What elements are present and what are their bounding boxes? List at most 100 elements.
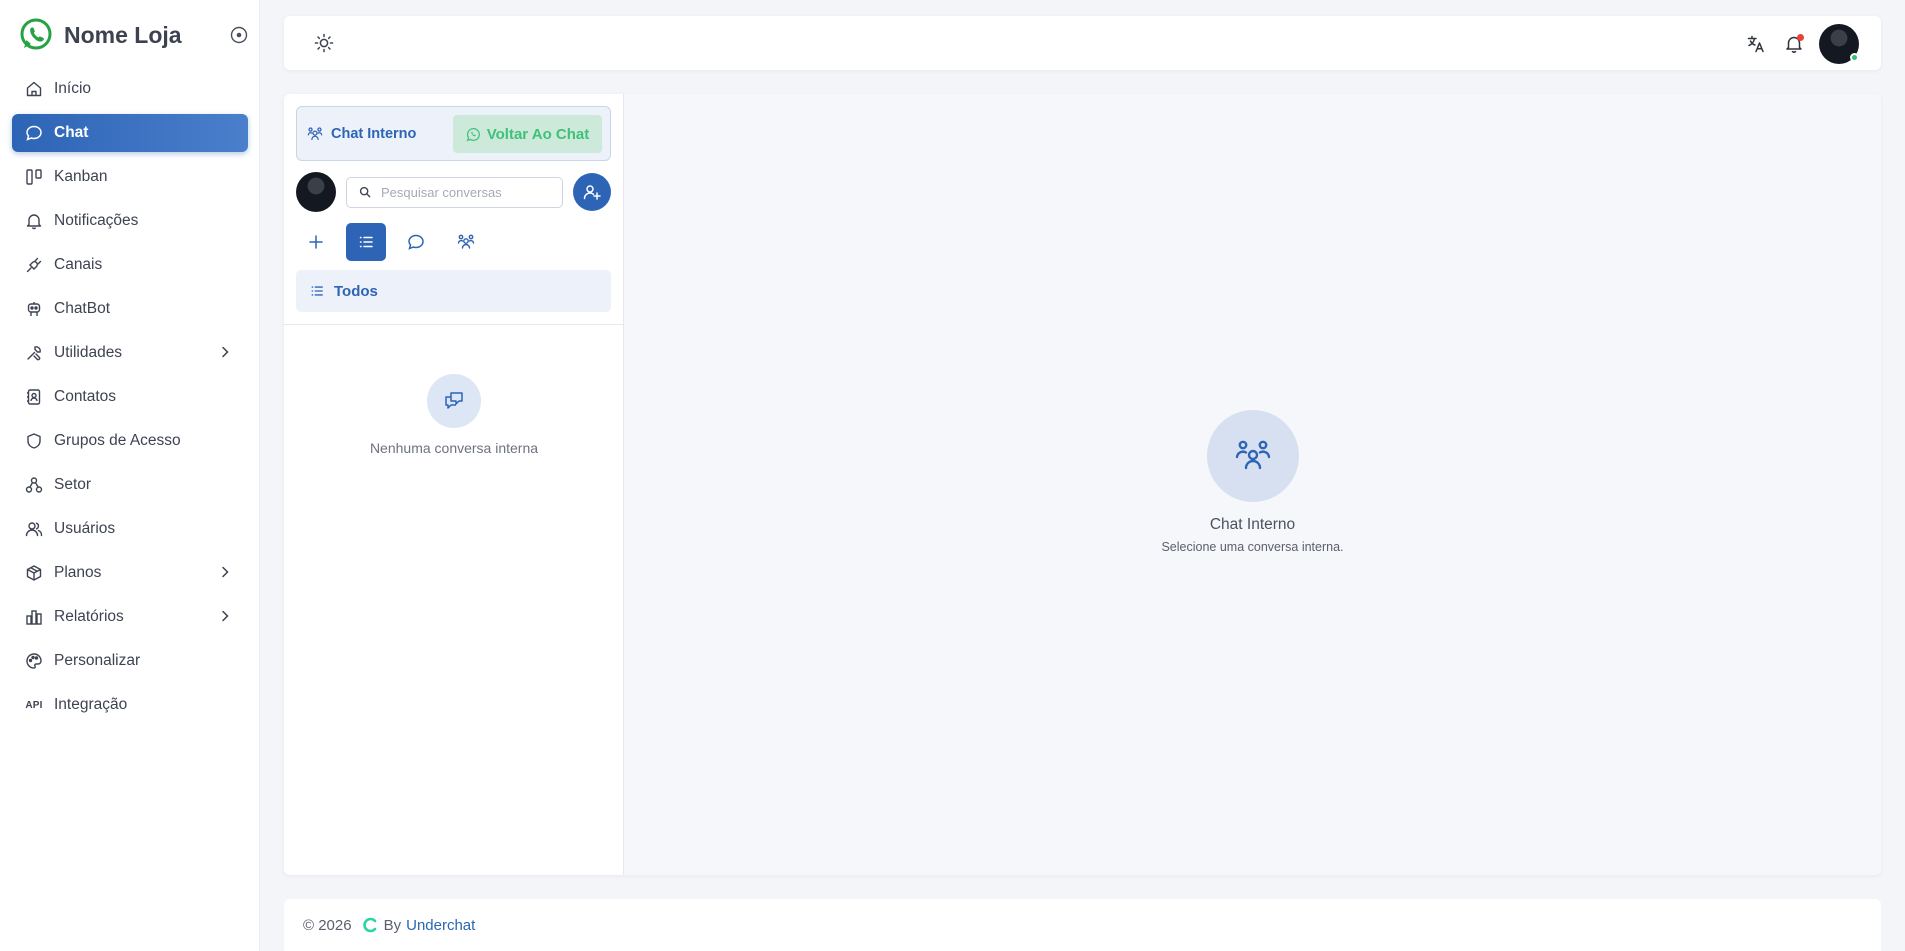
plus-icon <box>309 235 323 249</box>
sidebar-toggle-icon[interactable] <box>230 26 248 44</box>
filter-todos-label: Todos <box>334 282 378 300</box>
team-icon <box>307 127 323 140</box>
voltar-ao-chat-button[interactable]: Voltar Ao Chat <box>453 115 602 153</box>
empty-list-message: Nenhuma conversa interna <box>369 440 539 456</box>
whatsapp-icon <box>466 127 480 141</box>
sidebar-item-planos[interactable]: Planos <box>12 554 248 592</box>
tools-icon <box>24 343 44 363</box>
sidebar-item-integracao[interactable]: API Integração <box>12 686 248 724</box>
search-box <box>346 176 563 208</box>
list-filter-button[interactable] <box>346 223 386 261</box>
sidebar-item-label: Integração <box>54 696 128 713</box>
plug-icon <box>24 255 44 275</box>
chat-bubble-icon <box>408 234 424 250</box>
kanban-icon <box>24 167 44 187</box>
top-bar <box>284 16 1881 70</box>
conversations-icon <box>427 374 481 428</box>
chevron-right-icon <box>222 566 229 578</box>
voltar-ao-chat-label: Voltar Ao Chat <box>486 125 590 143</box>
sidebar-item-chat[interactable]: Chat <box>12 114 248 152</box>
sidebar-item-label: Canais <box>54 256 103 273</box>
robot-icon <box>24 299 44 319</box>
api-icon: API <box>24 695 44 715</box>
translate-icon[interactable] <box>1745 33 1767 55</box>
sidebar-item-label: Planos <box>54 564 102 581</box>
empty-state-title: Chat Interno <box>1209 516 1296 533</box>
sidebar-item-label: Contatos <box>54 388 117 405</box>
footer-copyright: © 2026 <box>303 916 352 934</box>
palette-icon <box>24 651 44 671</box>
chat-icon <box>24 123 44 143</box>
sidebar-nav: Início Chat Kanban Notificações Canais C… <box>12 70 248 730</box>
tab-chat-interno-label: Chat Interno <box>331 126 417 142</box>
sidebar-item-label: Grupos de Acesso <box>54 432 181 449</box>
sidebar-item-personalizar[interactable]: Personalizar <box>12 642 248 680</box>
list-icon <box>311 286 323 296</box>
sidebar-item-label: Kanban <box>54 168 108 185</box>
sidebar-item-chatbot[interactable]: ChatBot <box>12 290 248 328</box>
sidebar-item-label: Relatórios <box>54 608 124 625</box>
footer: © 2026 By Underchat <box>284 899 1881 951</box>
current-user-avatar[interactable] <box>296 172 336 212</box>
sidebar-item-canais[interactable]: Canais <box>12 246 248 284</box>
direct-chat-filter-button[interactable] <box>396 223 436 261</box>
top-bar-actions <box>1729 24 1859 64</box>
package-icon <box>24 563 44 583</box>
sidebar-item-usuarios[interactable]: Usuários <box>12 510 248 548</box>
sidebar: Nome Loja Início Chat Kanban Notificaçõe… <box>0 0 260 951</box>
sidebar-item-relatorios[interactable]: Relatórios <box>12 598 248 636</box>
chevron-right-icon <box>222 610 229 622</box>
new-conversation-button[interactable] <box>573 173 611 211</box>
whatsapp-logo-icon <box>20 18 52 50</box>
sidebar-item-contatos[interactable]: Contatos <box>12 378 248 416</box>
sidebar-item-label: Personalizar <box>54 652 141 669</box>
chat-container: Chat Interno Voltar Ao Chat Pesquisar co… <box>284 94 1881 875</box>
sidebar-item-label: Notificações <box>54 212 139 229</box>
filter-buttons <box>296 222 496 262</box>
footer-by: By <box>383 916 402 934</box>
filter-todos[interactable]: Todos <box>296 270 611 312</box>
notification-bell-icon[interactable] <box>1783 33 1805 55</box>
sidebar-item-kanban[interactable]: Kanban <box>12 158 248 196</box>
chevron-right-icon <box>222 346 229 358</box>
search-icon <box>359 186 371 198</box>
empty-conversation-list: Nenhuma conversa interna <box>284 374 624 456</box>
list-icon <box>359 236 373 248</box>
bar-chart-icon <box>24 607 44 627</box>
sidebar-item-setor[interactable]: Setor <box>12 466 248 504</box>
group-icon <box>457 234 475 249</box>
group-filter-button[interactable] <box>446 223 486 261</box>
home-icon <box>24 79 44 99</box>
sidebar-item-utilidades[interactable]: Utilidades <box>12 334 248 372</box>
team-icon <box>1206 410 1299 502</box>
user-plus-icon <box>583 185 601 200</box>
sitemap-icon <box>24 475 44 495</box>
brand[interactable]: Nome Loja <box>18 16 248 54</box>
sidebar-item-inicio[interactable]: Início <box>12 70 248 108</box>
contacts-icon <box>24 387 44 407</box>
brand-name: Nome Loja <box>64 21 182 48</box>
sidebar-item-label: Utilidades <box>54 344 123 361</box>
conversation-view: Chat Interno Selecione uma conversa inte… <box>624 94 1881 875</box>
conversation-list-panel: Chat Interno Voltar Ao Chat Pesquisar co… <box>284 94 624 875</box>
sidebar-item-label: Usuários <box>54 520 116 537</box>
sidebar-item-label: Início <box>54 80 92 97</box>
shield-icon <box>24 431 44 451</box>
search-input[interactable] <box>381 184 551 200</box>
users-icon <box>24 519 44 539</box>
online-status-dot <box>1850 53 1859 62</box>
api-icon-text: API <box>25 699 43 711</box>
sidebar-item-grupos-de-acesso[interactable]: Grupos de Acesso <box>12 422 248 460</box>
empty-state-subtitle: Selecione uma conversa interna. <box>1161 540 1344 554</box>
search-row <box>296 172 611 212</box>
user-avatar[interactable] <box>1819 24 1859 64</box>
sidebar-item-notificacoes[interactable]: Notificações <box>12 202 248 240</box>
underchat-logo-icon <box>362 917 376 933</box>
sun-icon[interactable] <box>314 33 334 53</box>
no-conversation-selected: Chat Interno Selecione uma conversa inte… <box>624 410 1881 554</box>
sidebar-item-label: ChatBot <box>54 300 111 317</box>
underchat-link[interactable]: Underchat <box>406 917 475 934</box>
add-filter-button[interactable] <box>296 223 336 261</box>
notification-dot <box>1797 34 1804 41</box>
tab-chat-interno[interactable]: Chat Interno <box>307 119 416 149</box>
